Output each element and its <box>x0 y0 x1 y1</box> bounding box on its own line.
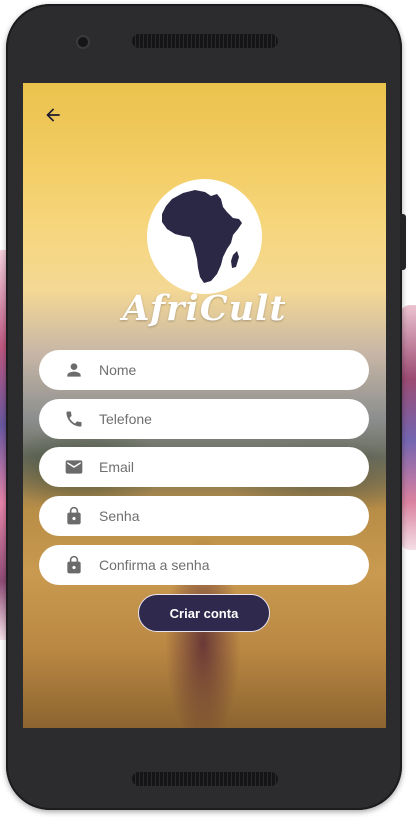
lock-icon <box>63 505 85 527</box>
app-screen: AfriCult Criar conta <box>23 83 386 728</box>
person-icon <box>63 359 85 381</box>
password-input[interactable] <box>97 500 341 532</box>
email-input[interactable] <box>97 451 341 483</box>
name-field[interactable] <box>39 350 369 390</box>
arrow-left-icon <box>46 108 60 122</box>
password-field[interactable] <box>39 496 369 536</box>
confirm-password-field[interactable] <box>39 545 369 585</box>
app-title: AfriCult <box>122 288 287 329</box>
lock-icon <box>63 554 85 576</box>
confirm-password-input[interactable] <box>97 549 341 581</box>
africa-map-icon <box>162 190 242 283</box>
earpiece-speaker <box>132 34 278 48</box>
phone-field[interactable] <box>39 399 369 439</box>
phone-icon <box>63 408 85 430</box>
background-artwork-right <box>400 305 416 550</box>
power-button <box>400 214 406 270</box>
front-camera <box>78 37 88 47</box>
africa-logo <box>147 179 262 294</box>
bottom-speaker <box>132 772 278 786</box>
phone-input[interactable] <box>97 403 341 435</box>
email-icon <box>63 456 85 478</box>
email-field[interactable] <box>39 447 369 487</box>
name-input[interactable] <box>97 354 341 386</box>
back-button[interactable] <box>37 101 69 129</box>
create-account-button[interactable]: Criar conta <box>138 594 270 632</box>
